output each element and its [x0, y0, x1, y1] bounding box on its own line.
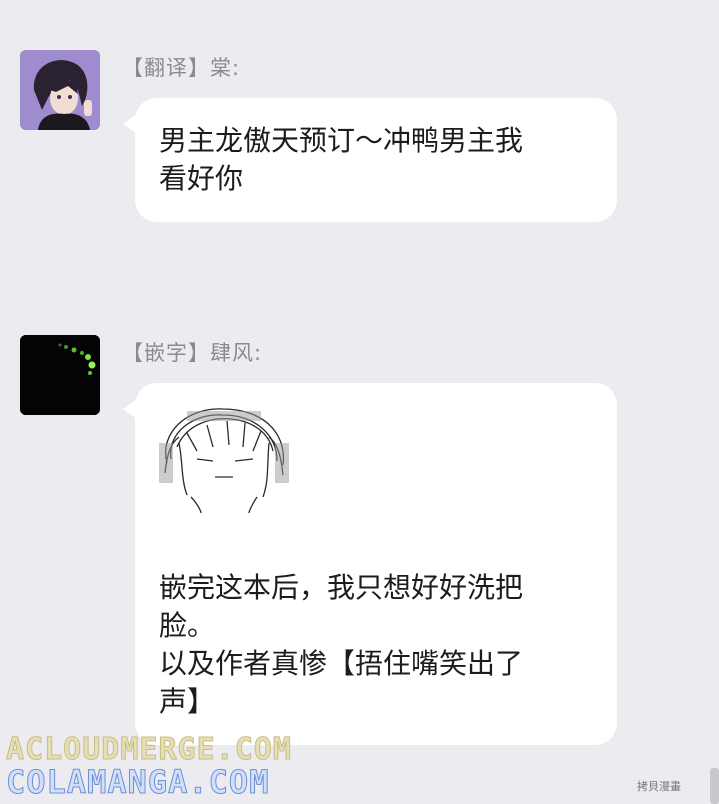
message-bubble[interactable]: 嵌完这本后，我只想好好洗把 脸。 以及作者真惨【捂住嘴笑出了 声】: [123, 383, 617, 745]
green-dots-avatar-icon: [20, 335, 100, 415]
watermark-text: ACLOUDMERGE.COM: [6, 732, 292, 768]
scrollbar-thumb[interactable]: [710, 768, 719, 804]
avatar[interactable]: [20, 335, 100, 415]
message-text: 男主龙傲天预订～冲鸭男主我 看好你: [159, 124, 524, 195]
message-bubble[interactable]: 男主龙傲天预订～冲鸭男主我 看好你: [123, 98, 617, 222]
avatar[interactable]: [20, 50, 100, 130]
bubble-tail: [123, 114, 137, 134]
watermark-text: COLAMANGA.COM: [5, 763, 270, 802]
sender-name: 【嵌字】肆风:: [122, 341, 263, 365]
corner-watermark: 拷貝漫畫: [637, 780, 681, 793]
message-text: 嵌完这本后，我只想好好洗把 脸。 以及作者真惨【捂住嘴笑出了 声】: [159, 571, 524, 718]
sender-name: 【翻译】棠:: [122, 56, 241, 80]
scribble-face-sticker[interactable]: [157, 403, 291, 513]
bubble-tail: [123, 399, 137, 419]
character-avatar-icon: [20, 50, 100, 130]
